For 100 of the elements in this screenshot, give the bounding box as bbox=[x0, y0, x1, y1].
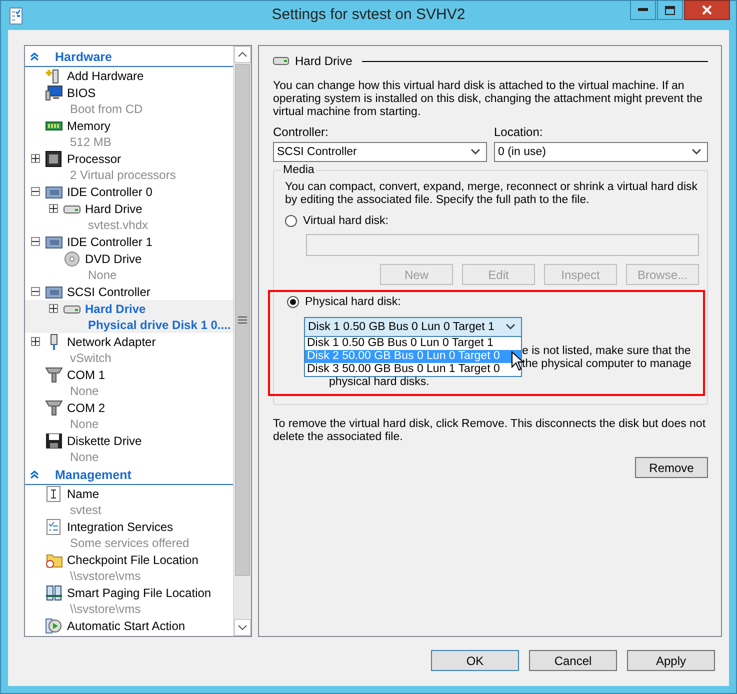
tree-item[interactable]: Hard Drive svtest.vhdx bbox=[25, 200, 233, 233]
item-label: BIOS bbox=[67, 85, 97, 101]
serial-port-icon bbox=[45, 400, 63, 416]
controller-dropdown[interactable]: SCSI Controller bbox=[273, 142, 487, 162]
item-detail: Some services offered bbox=[69, 535, 190, 551]
expander-icon[interactable] bbox=[49, 304, 58, 313]
media-description: You can compact, convert, expand, merge, reconnect or shrink a virtual hard disk by editing the associated file. Specify the full path to the file. bbox=[285, 181, 699, 207]
item-label: Name bbox=[67, 486, 100, 502]
section-header: Management bbox=[55, 468, 132, 482]
radio-label: Physical hard disk: bbox=[305, 296, 401, 308]
remove-button[interactable]: Remove bbox=[635, 457, 708, 478]
tree-item[interactable]: Smart Paging File Location \\svstore\vms bbox=[25, 584, 233, 617]
chevron-down-icon bbox=[692, 149, 701, 155]
controller-label: Controller: bbox=[273, 125, 330, 139]
maximize-button[interactable] bbox=[657, 0, 683, 20]
disc-icon bbox=[63, 251, 81, 267]
expander-icon[interactable] bbox=[31, 237, 40, 246]
expander-icon[interactable] bbox=[31, 287, 40, 296]
item-label: Smart Paging File Location bbox=[67, 585, 212, 601]
group-title: Media bbox=[281, 164, 316, 176]
dialog-button[interactable]: Apply bbox=[627, 650, 715, 671]
item-label: Processor bbox=[67, 151, 122, 167]
collapse-icon[interactable] bbox=[30, 52, 39, 61]
tree-item[interactable]: Processor 2 Virtual processors bbox=[25, 150, 233, 183]
item-label: Memory bbox=[67, 118, 112, 134]
minimize-button[interactable] bbox=[630, 0, 656, 20]
monitor-icon bbox=[45, 85, 63, 101]
virtual-disk-radio[interactable] bbox=[285, 215, 297, 227]
tree-item[interactable]: Network Adapter vSwitch bbox=[25, 333, 233, 366]
expander-icon[interactable] bbox=[31, 154, 40, 163]
tree-item[interactable]: Automatic Start Action bbox=[25, 617, 233, 634]
tree-item[interactable]: IDE Controller 1 bbox=[25, 233, 233, 250]
expander-icon[interactable] bbox=[49, 204, 58, 213]
tree-item[interactable]: DVD Drive None bbox=[25, 250, 233, 283]
play-icon bbox=[45, 618, 63, 634]
tree-item[interactable]: IDE Controller 0 bbox=[25, 183, 233, 200]
item-label: COM 2 bbox=[67, 400, 106, 416]
radio-label: Virtual hard disk: bbox=[303, 215, 388, 227]
close-button[interactable] bbox=[684, 0, 730, 20]
tree-item[interactable]: COM 2 None bbox=[25, 399, 233, 432]
scroll-thumb[interactable] bbox=[235, 64, 250, 576]
item-detail: None bbox=[87, 267, 118, 283]
expander-icon[interactable] bbox=[31, 187, 40, 196]
item-detail: Boot from CD bbox=[69, 101, 143, 117]
tree-item[interactable]: Integration Services Some services offered bbox=[25, 518, 233, 551]
tree-item[interactable]: Name svtest bbox=[25, 485, 233, 518]
item-detail: None bbox=[69, 449, 100, 465]
section-title: Hard Drive bbox=[295, 54, 352, 68]
minimize-icon bbox=[638, 8, 648, 12]
scrollbar[interactable] bbox=[233, 46, 251, 636]
server-rack-icon bbox=[45, 585, 63, 601]
item-label: IDE Controller 1 bbox=[67, 234, 152, 250]
item-detail: 2 Virtual processors bbox=[69, 167, 176, 183]
maximize-icon bbox=[665, 6, 675, 14]
tree-item[interactable]: BIOS Boot from CD bbox=[25, 84, 233, 117]
location-label: Location: bbox=[494, 125, 544, 139]
tree-item[interactable]: SCSI Controller bbox=[25, 283, 233, 300]
item-label: DVD Drive bbox=[85, 251, 142, 267]
item-label: Diskette Drive bbox=[67, 433, 142, 449]
window-title: Settings for svtest on SVHV2 bbox=[270, 6, 466, 23]
hard-drive-icon bbox=[273, 57, 289, 65]
dropdown-option[interactable]: Disk 1 0.50 GB Bus 0 Lun 0 Target 1 bbox=[305, 337, 521, 350]
tree-item[interactable]: Hard Drive Physical drive Disk 1 0.... bbox=[25, 300, 233, 333]
item-detail: svtest bbox=[69, 502, 102, 518]
item-label: Hard Drive bbox=[85, 301, 147, 317]
scroll-up-icon[interactable] bbox=[234, 46, 251, 63]
scroll-down-icon[interactable] bbox=[234, 619, 251, 636]
item-label: Network Adapter bbox=[67, 334, 156, 350]
chevron-down-icon bbox=[471, 149, 480, 155]
dialog-button[interactable]: OK bbox=[431, 650, 519, 671]
item-label: Automatic Start Action bbox=[67, 618, 186, 634]
cpu-icon bbox=[45, 151, 63, 167]
controller-card-icon bbox=[45, 184, 63, 200]
dialog-button[interactable]: Cancel bbox=[529, 650, 617, 671]
settings-icon bbox=[8, 6, 24, 24]
item-detail: None bbox=[69, 383, 100, 399]
item-detail: \\svstore\vms bbox=[69, 601, 142, 617]
tree-item[interactable]: Add Hardware bbox=[25, 67, 233, 84]
item-detail: svtest.vhdx bbox=[87, 217, 148, 233]
tree-item[interactable]: COM 1 None bbox=[25, 366, 233, 399]
section-header: Hardware bbox=[55, 50, 112, 64]
tree-item[interactable]: Checkpoint File Location \\svstore\vms bbox=[25, 551, 233, 584]
physical-disk-radio[interactable] bbox=[287, 296, 299, 308]
item-label: COM 1 bbox=[67, 367, 106, 383]
collapse-icon[interactable] bbox=[30, 470, 39, 479]
location-dropdown[interactable]: 0 (in use) bbox=[494, 142, 708, 162]
tree-item[interactable]: Diskette Drive None bbox=[25, 432, 233, 465]
disk-dropdown[interactable]: Disk 1 0.50 GB Bus 0 Lun 0 Target 1 bbox=[304, 317, 522, 337]
item-detail: Physical drive Disk 1 0.... bbox=[87, 317, 231, 333]
folder-icon bbox=[45, 552, 63, 568]
item-label: Add Hardware bbox=[67, 68, 144, 84]
checklist-icon bbox=[45, 519, 63, 535]
close-icon bbox=[702, 5, 712, 15]
remove-description: To remove the virtual hard disk, click Remove. This disconnects the disk but does not delete the associated file. bbox=[273, 418, 707, 444]
item-label: IDE Controller 0 bbox=[67, 184, 152, 200]
grip-icon bbox=[238, 316, 247, 324]
note-text: physical hard disks. bbox=[329, 376, 430, 389]
item-label: SCSI Controller bbox=[67, 284, 150, 300]
expander-icon[interactable] bbox=[31, 337, 40, 346]
tree-item[interactable]: Memory 512 MB bbox=[25, 117, 233, 150]
